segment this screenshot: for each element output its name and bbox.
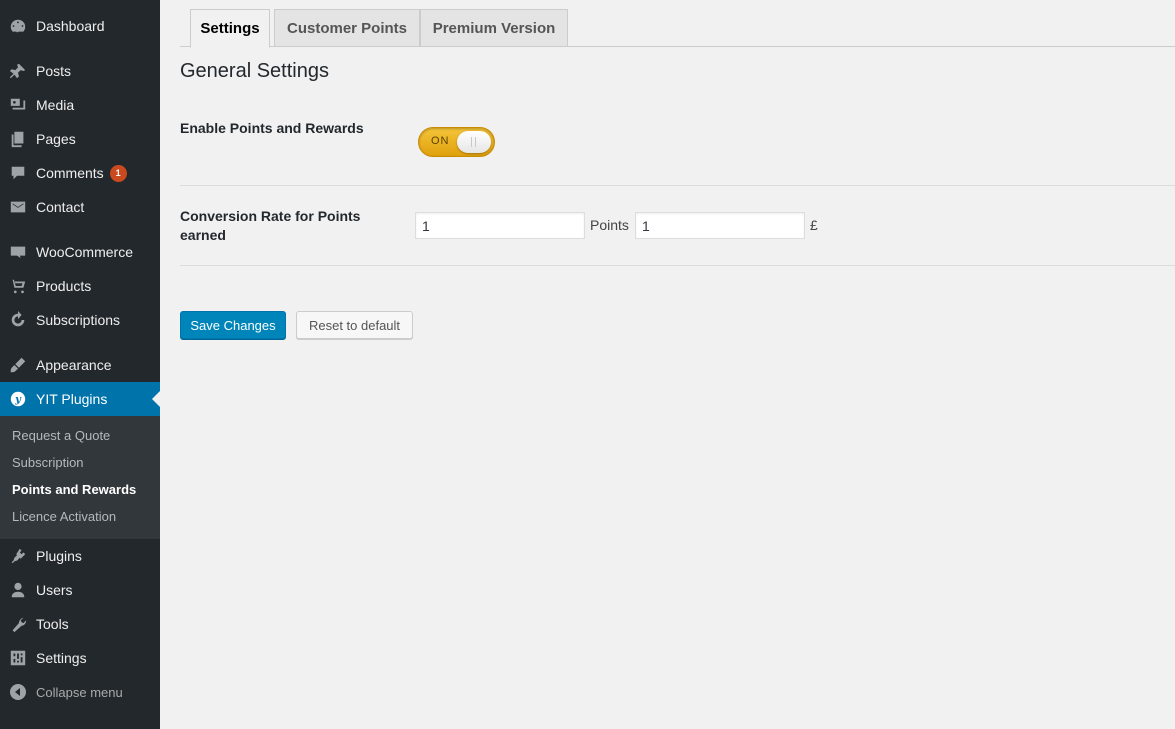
conversion-rate-label: Conversion Rate for Points earned xyxy=(180,207,360,245)
plug-icon xyxy=(0,547,36,565)
tab-settings[interactable]: Settings xyxy=(190,9,270,48)
menu-item-tools[interactable]: Tools xyxy=(0,607,160,641)
paintbrush-icon xyxy=(0,356,36,374)
menu-item-dashboard[interactable]: Dashboard xyxy=(0,9,160,43)
menu-item-products[interactable]: Products xyxy=(0,269,160,303)
menu-label: Posts xyxy=(36,63,72,79)
menu-item-yit-plugins[interactable]: y YIT Plugins xyxy=(0,382,160,416)
yit-plugins-submenu: Request a Quote Subscription Points and … xyxy=(0,416,160,539)
menu-item-contact[interactable]: Contact xyxy=(0,190,160,224)
admin-sidebar: Dashboard Posts Media Pages Comments 1 C… xyxy=(0,0,160,729)
menu-label: Subscriptions xyxy=(36,312,121,328)
yit-icon: y xyxy=(0,390,36,408)
save-changes-button[interactable]: Save Changes xyxy=(180,311,286,339)
menu-item-woocommerce[interactable]: WooCommerce xyxy=(0,235,160,269)
menu-label: Users xyxy=(36,582,73,598)
toggle-knob xyxy=(457,131,491,153)
menu-label: Contact xyxy=(36,199,85,215)
menu-item-comments[interactable]: Comments 1 xyxy=(0,156,160,190)
conversion-rate-label-line2: earned xyxy=(180,227,226,243)
menu-item-subscriptions[interactable]: Subscriptions xyxy=(0,303,160,337)
menu-item-posts[interactable]: Posts xyxy=(0,54,160,88)
collapse-menu-label: Collapse menu xyxy=(36,684,123,700)
points-unit-label: Points xyxy=(590,217,629,233)
tab-premium-version[interactable]: Premium Version xyxy=(420,9,568,47)
menu-item-pages[interactable]: Pages xyxy=(0,122,160,156)
tab-customer-points[interactable]: Customer Points xyxy=(274,9,420,47)
submenu-subscription[interactable]: Subscription xyxy=(12,455,84,470)
conversion-rate-label-line1: Conversion Rate for Points xyxy=(180,208,361,224)
divider xyxy=(180,265,1175,266)
wrench-icon xyxy=(0,615,36,633)
sliders-icon xyxy=(0,649,36,667)
currency-input[interactable] xyxy=(635,212,805,239)
menu-label: Appearance xyxy=(36,357,112,373)
submenu-request-a-quote[interactable]: Request a Quote xyxy=(12,428,110,443)
settings-tabs: Settings Customer Points Premium Version xyxy=(180,0,1175,48)
menu-label: WooCommerce xyxy=(36,244,133,260)
menu-item-settings[interactable]: Settings xyxy=(0,641,160,675)
mail-icon xyxy=(0,198,36,216)
refresh-icon xyxy=(0,311,36,329)
submenu-licence-activation[interactable]: Licence Activation xyxy=(12,509,116,524)
menu-label: Products xyxy=(36,278,92,294)
toggle-state-text: ON xyxy=(431,135,450,147)
submenu-points-and-rewards[interactable]: Points and Rewards xyxy=(12,482,136,497)
menu-item-plugins[interactable]: Plugins xyxy=(0,539,160,573)
reset-to-default-button[interactable]: Reset to default xyxy=(296,311,413,339)
menu-item-media[interactable]: Media xyxy=(0,88,160,122)
section-title: General Settings xyxy=(180,60,329,82)
menu-label: Plugins xyxy=(36,548,82,564)
comment-icon xyxy=(0,164,36,182)
cart-icon xyxy=(0,277,36,295)
pin-icon xyxy=(0,62,36,80)
menu-label: Settings xyxy=(36,650,87,666)
enable-points-toggle[interactable]: ON xyxy=(418,127,495,157)
menu-item-appearance[interactable]: Appearance xyxy=(0,348,160,382)
menu-item-users[interactable]: Users xyxy=(0,573,160,607)
menu-label: Pages xyxy=(36,131,76,147)
collapse-menu-button[interactable]: Collapse menu xyxy=(0,680,160,704)
media-icon xyxy=(0,96,36,114)
enable-points-label: Enable Points and Rewards xyxy=(180,120,364,136)
currency-symbol-label: £ xyxy=(810,217,818,233)
points-input[interactable] xyxy=(415,212,585,239)
woocommerce-icon xyxy=(0,243,36,261)
menu-label: Comments xyxy=(36,165,104,181)
menu-label: YIT Plugins xyxy=(36,391,108,407)
main-content: Settings Customer Points Premium Version… xyxy=(160,0,1175,729)
user-icon xyxy=(0,581,36,599)
menu-label: Tools xyxy=(36,616,69,632)
active-menu-indicator xyxy=(152,391,160,407)
divider xyxy=(180,185,1175,186)
collapse-arrow-icon xyxy=(0,684,36,700)
pages-icon xyxy=(0,130,36,148)
comment-count-badge: 1 xyxy=(109,164,127,182)
menu-label: Media xyxy=(36,97,75,113)
menu-label: Dashboard xyxy=(36,18,105,34)
dashboard-icon xyxy=(0,17,36,35)
